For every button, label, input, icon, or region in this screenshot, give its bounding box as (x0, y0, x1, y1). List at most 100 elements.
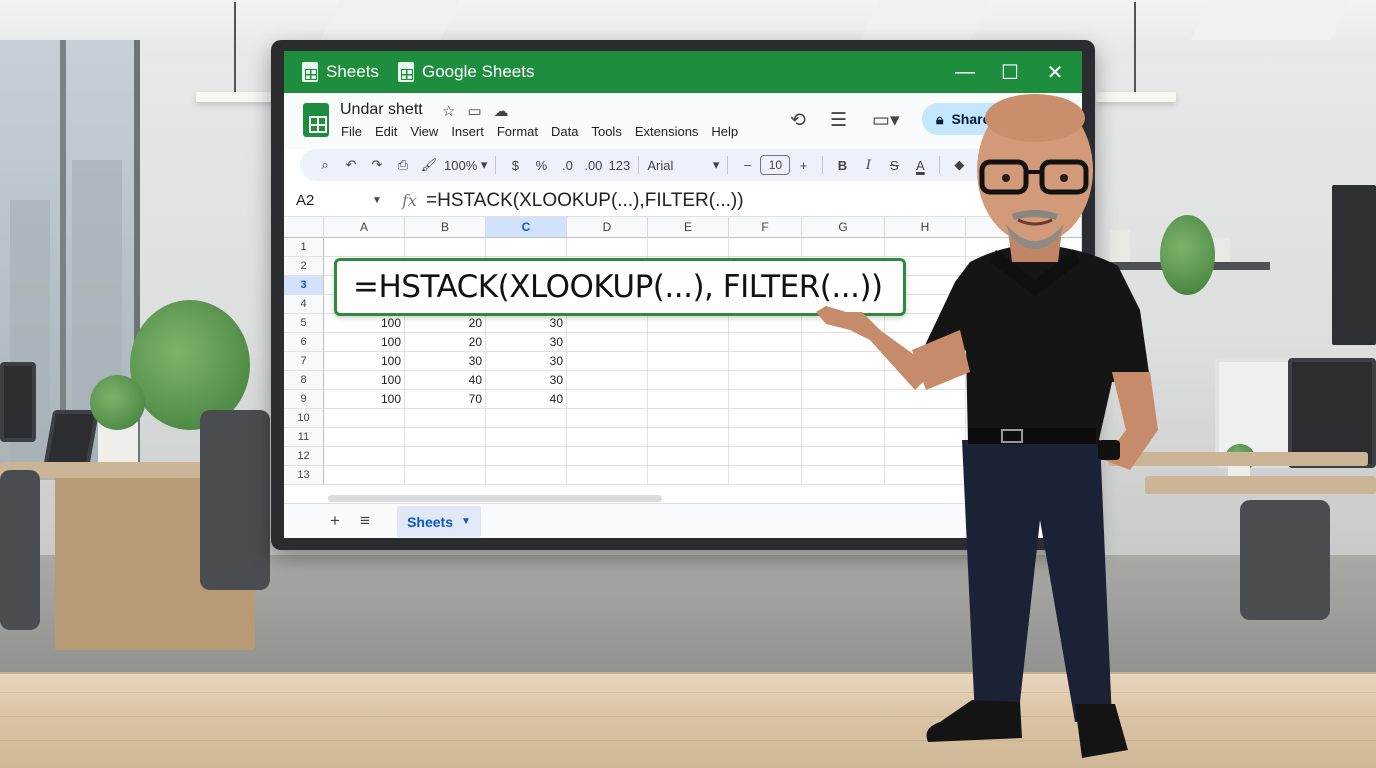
cell-b11[interactable] (405, 428, 486, 447)
cell-g5[interactable] (802, 314, 885, 333)
row-header[interactable]: 7 (284, 352, 324, 371)
cell-g8[interactable] (802, 371, 885, 390)
menu-extensions[interactable]: Extensions (635, 124, 699, 139)
menu-insert[interactable]: Insert (451, 124, 484, 139)
cell-h5[interactable] (885, 314, 966, 333)
cell-c9[interactable]: 40 (486, 390, 567, 409)
cell-a7[interactable]: 100 (324, 352, 405, 371)
comments-icon[interactable]: ☰ (830, 109, 847, 132)
cell-b8[interactable]: 40 (405, 371, 486, 390)
cell-f13[interactable] (729, 466, 802, 485)
chevron-down-icon[interactable]: ▼ (372, 195, 382, 206)
menu-tools[interactable]: Tools (591, 124, 621, 139)
row-header[interactable]: 9 (284, 390, 324, 409)
row-header[interactable]: 10 (284, 409, 324, 428)
cell-b5[interactable]: 20 (405, 314, 486, 333)
row-header[interactable]: 3 (284, 276, 324, 295)
cell-d10[interactable] (567, 409, 648, 428)
cell-f9[interactable] (729, 390, 802, 409)
cell-d11[interactable] (567, 428, 648, 447)
decrease-decimal-button[interactable]: .0 (554, 151, 580, 179)
redo-icon[interactable]: ↷ (364, 151, 390, 179)
cell-e1[interactable] (648, 238, 729, 257)
menu-edit[interactable]: Edit (375, 124, 397, 139)
column-header-d[interactable]: D (567, 217, 648, 238)
cell-e9[interactable] (648, 390, 729, 409)
increase-decimal-button[interactable]: .00 (580, 151, 606, 179)
cell-d9[interactable] (567, 390, 648, 409)
cell-d12[interactable] (567, 447, 648, 466)
minimize-button[interactable]: — (953, 60, 977, 84)
search-icon[interactable]: ⌕ (312, 151, 338, 179)
move-folder-icon[interactable]: ▭ (467, 102, 481, 120)
add-sheet-button[interactable]: + (330, 511, 340, 531)
cell-g11[interactable] (802, 428, 885, 447)
cell-c12[interactable] (486, 447, 567, 466)
sheet-tab-sheets[interactable]: Sheets ▼ (397, 506, 481, 537)
font-size-decrease-button[interactable]: − (734, 151, 760, 179)
cloud-status-icon[interactable]: ☁ (494, 102, 509, 120)
cell-c10[interactable] (486, 409, 567, 428)
column-header-g[interactable]: G (802, 217, 885, 238)
row-header[interactable]: 12 (284, 447, 324, 466)
cell-e8[interactable] (648, 371, 729, 390)
cell-b12[interactable] (405, 447, 486, 466)
cell-e11[interactable] (648, 428, 729, 447)
menu-data[interactable]: Data (551, 124, 578, 139)
star-icon[interactable]: ☆ (442, 102, 455, 120)
strikethrough-button[interactable]: S (881, 151, 907, 179)
bold-button[interactable]: B (829, 151, 855, 179)
row-header[interactable]: 13 (284, 466, 324, 485)
cell-g7[interactable] (802, 352, 885, 371)
font-size-increase-button[interactable]: + (790, 151, 816, 179)
version-history-icon[interactable]: ⟲ (790, 109, 806, 132)
cell-h1[interactable] (885, 238, 966, 257)
cell-b7[interactable]: 30 (405, 352, 486, 371)
cell-f11[interactable] (729, 428, 802, 447)
menu-help[interactable]: Help (711, 124, 738, 139)
column-header-e[interactable]: E (648, 217, 729, 238)
cell-g13[interactable] (802, 466, 885, 485)
cell-e7[interactable] (648, 352, 729, 371)
cell-h13[interactable] (885, 466, 966, 485)
cell-h10[interactable] (885, 409, 966, 428)
row-header[interactable]: 2 (284, 257, 324, 276)
cell-f6[interactable] (729, 333, 802, 352)
cell-c6[interactable]: 30 (486, 333, 567, 352)
column-header-a[interactable]: A (324, 217, 405, 238)
cell-a5[interactable]: 100 (324, 314, 405, 333)
zoom-select[interactable]: 100% ▾ (442, 151, 489, 179)
cell-e10[interactable] (648, 409, 729, 428)
print-icon[interactable]: ⎙ (390, 151, 416, 179)
doc-title[interactable]: Undar shett (340, 101, 423, 119)
column-header-c[interactable]: C (486, 217, 567, 238)
cell-d6[interactable] (567, 333, 648, 352)
window-tab-sheets[interactable]: Sheets (302, 51, 379, 93)
meet-icon[interactable]: ▭▾ (872, 109, 900, 132)
font-size-input[interactable]: 10 (760, 155, 791, 175)
text-color-button[interactable]: A (907, 151, 933, 179)
cell-g9[interactable] (802, 390, 885, 409)
cell-f12[interactable] (729, 447, 802, 466)
cell-h9[interactable] (885, 390, 966, 409)
cell-e6[interactable] (648, 333, 729, 352)
cell-e5[interactable] (648, 314, 729, 333)
cell-a9[interactable]: 100 (324, 390, 405, 409)
paint-format-icon[interactable]: 🖌︎ (416, 151, 442, 179)
cell-c13[interactable] (486, 466, 567, 485)
cell-d1[interactable] (567, 238, 648, 257)
column-header-h[interactable]: H (885, 217, 966, 238)
all-sheets-button[interactable]: ≡ (360, 511, 370, 531)
cell-g10[interactable] (802, 409, 885, 428)
cell-e13[interactable] (648, 466, 729, 485)
name-box[interactable]: A2 (296, 192, 314, 209)
cell-h6[interactable] (885, 333, 966, 352)
share-button[interactable]: 🔒︎ Share (922, 103, 1032, 135)
row-header[interactable]: 4 (284, 295, 324, 314)
cell-b13[interactable] (405, 466, 486, 485)
cell-b9[interactable]: 70 (405, 390, 486, 409)
currency-format-button[interactable]: $ (502, 151, 528, 179)
cell-f8[interactable] (729, 371, 802, 390)
cell-a10[interactable] (324, 409, 405, 428)
column-header-f[interactable]: F (729, 217, 802, 238)
